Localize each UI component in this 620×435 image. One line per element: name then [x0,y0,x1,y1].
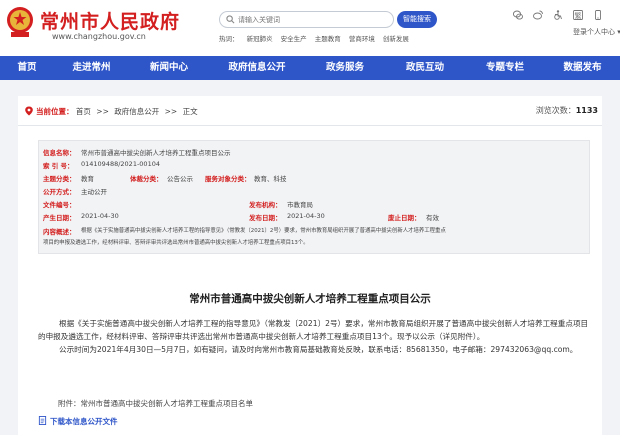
national-emblem-icon[interactable] [5,5,35,39]
nav-item-home[interactable]: 首页 [0,56,54,80]
wechat-icon[interactable] [513,10,523,20]
hot-words-label: 热词： [219,35,239,43]
article-paragraph: 公示时间为2021年4月30日—5月7日，如有疑问，请及时向常州市教育局基础教育… [59,345,578,355]
views-value: 1133 [575,106,598,115]
nav-item-about-changzhou[interactable]: 走进常州 [54,56,129,80]
article-title: 常州市普通高中拔尖创新人才培养工程重点项目公示 [189,293,431,305]
meta-label: 发布机构： [249,201,282,209]
meta-value: 014109488/2021-00104 [81,160,160,168]
meta-label: 文件编号： [43,201,76,209]
search-input[interactable] [238,13,388,26]
meta-label: 信息名称： [43,149,76,157]
search-box [219,11,394,28]
meta-label: 产生日期： [43,214,76,222]
meta-value: 市教育局 [287,201,313,209]
nav-item-interaction[interactable]: 政民互动 [385,56,465,80]
nav-item-gov-info[interactable]: 政府信息公开 [209,56,305,80]
hot-words: 热词： 新冠肺炎 安全生产 主题教育 营商环境 创新发展 [219,33,415,43]
meta-value: 项目的申报及遴选工作，经材料评审、答辩评审共评选出常州市普通高中拔尖创新人才培养… [43,240,309,246]
meta-value: 有效 [426,214,439,222]
login-link[interactable]: 登录个人中心 ▾ [573,27,620,37]
site-url: www.changzhou.gov.cn [52,32,146,41]
meta-row-dates: 产生日期： 2021-04-30 发布日期： 2021-04-30 废止日期： … [39,212,591,223]
nav-item-services[interactable]: 政务服务 [305,56,385,80]
article-paragraph: 根据《关于实施普通高中拔尖创新人才培养工程的指导意见》（常教发〔2021〕2号）… [38,319,589,342]
meta-value: 2021-04-30 [81,212,119,220]
meta-label: 内容概述： [43,228,76,236]
meta-value: 教育 [81,175,94,183]
breadcrumb-bar: 当前位置： 首页 >> 政府信息公开 >> 正文 浏览次数：1133 [18,96,602,126]
article-body: 根据《关于实施普通高中拔尖创新人才培养工程的指导意见》（常教发〔2021〕2号）… [38,317,590,357]
meta-row-index: 索 引 号： 014109488/2021-00104 [39,160,591,171]
meta-label: 发布日期： [249,214,282,222]
accessibility-icon[interactable] [553,10,563,20]
hot-word-link[interactable]: 营商环境 [349,35,375,43]
meta-value: 教育、科技 [254,175,287,183]
meta-row-name: 信息名称： 常州市普通高中拔尖创新人才培养工程重点项目公示 [39,147,591,158]
document-icon [38,416,47,425]
main-nav: 首页 走进常州 新闻中心 政府信息公开 政务服务 政民互动 专题专栏 数据发布 [0,56,620,80]
search-icon [226,15,235,24]
info-meta-table: 信息名称： 常州市普通高中拔尖创新人才培养工程重点项目公示 索 引 号： 014… [38,140,590,254]
meta-label: 公开方式： [43,188,76,196]
weibo-icon[interactable] [533,10,543,20]
traditional-chinese-icon[interactable]: 繁 [573,10,583,20]
svg-text:繁: 繁 [575,11,582,20]
meta-value: 公告公示 [167,175,193,183]
meta-label: 索 引 号： [43,162,74,170]
nav-item-news[interactable]: 新闻中心 [129,56,209,80]
download-link[interactable]: 下载本信息公开文件 [38,416,118,427]
meta-label: 服务对象分类： [205,175,251,183]
hot-word-link[interactable]: 创新发展 [383,35,409,43]
nav-item-special-topics[interactable]: 专题专栏 [465,56,545,80]
mobile-icon[interactable] [593,10,603,20]
views-label: 浏览次数： [535,106,576,115]
meta-value: 主动公开 [81,188,107,196]
meta-label: 体裁分类： [130,175,163,183]
hot-word-link[interactable]: 安全生产 [281,35,307,43]
breadcrumb-label: 当前位置： [36,107,74,116]
meta-value: 根据《关于实施普通高中拔尖创新人才培养工程的指导意见》（常教发〔2021〕2号）… [81,228,446,234]
breadcrumb-item-current: 正文 [182,107,198,116]
hot-word-link[interactable]: 主题教育 [315,35,341,43]
nav-item-data-release[interactable]: 数据发布 [545,56,620,80]
meta-row-open-mode: 公开方式： 主动公开 [39,186,591,197]
utility-icons: 繁 [513,10,603,20]
breadcrumb-item-home[interactable]: 首页 [76,107,91,116]
meta-row-summary: 内容概述： 根据《关于实施普通高中拔尖创新人才培养工程的指导意见》（常教发〔20… [39,226,591,237]
meta-row-summary-cont: 项目的申报及遴选工作，经材料评审、答辩评审共评选出常州市普通高中拔尖创新人才培养… [39,238,591,249]
attachment-link[interactable]: 附件：常州市普通高中拔尖创新人才培养工程重点项目名单 [58,398,253,409]
meta-value: 2021-04-30 [287,212,325,220]
view-count: 浏览次数：1133 [536,105,598,116]
site-header: 常州市人民政府 www.changzhou.gov.cn 智能搜索 热词： 新冠… [0,0,620,56]
breadcrumb-item-gov-info[interactable]: 政府信息公开 [114,107,159,116]
meta-row-doc-no: 文件编号： 发布机构： 市教育局 [39,199,591,210]
breadcrumb: 当前位置： 首页 >> 政府信息公开 >> 正文 [36,106,198,117]
site-title[interactable]: 常州市人民政府 [40,7,180,34]
meta-row-categories: 主题分类： 教育 体裁分类： 公告公示 服务对象分类： 教育、科技 [39,173,591,184]
hot-word-link[interactable]: 新冠肺炎 [247,35,273,43]
meta-label: 废止日期： [388,214,421,222]
meta-value: 常州市普通高中拔尖创新人才培养工程重点项目公示 [81,149,231,157]
breadcrumb-sep: >> [164,107,178,116]
location-icon [25,106,33,116]
content-card: 当前位置： 首页 >> 政府信息公开 >> 正文 浏览次数：1133 信息名称：… [18,96,602,435]
meta-label: 主题分类： [43,175,76,183]
breadcrumb-sep: >> [96,107,109,116]
download-label[interactable]: 下载本信息公开文件 [50,417,118,426]
search-button[interactable]: 智能搜索 [397,11,437,28]
